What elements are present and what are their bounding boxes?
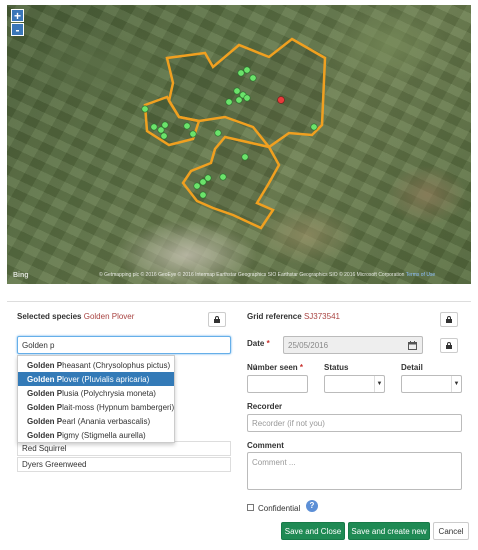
selected-location-point[interactable] [277, 96, 285, 104]
number-seen-label-text: Number seen [247, 363, 298, 372]
record-point[interactable] [189, 130, 197, 138]
selected-species-value: Golden Plover [83, 312, 135, 321]
autocomplete-option[interactable]: Golden Pigmy (Stigmella aurella) [18, 428, 174, 442]
species-list-item[interactable]: Dyers Greenweed [17, 457, 231, 472]
calendar-button[interactable] [403, 337, 422, 353]
attribution-text: © Getmapping plc © 2016 GeoEye © 2016 In… [99, 272, 405, 278]
date-label: Date * [247, 339, 270, 348]
option-match-text: Golden P [27, 430, 63, 440]
recorder-label: Recorder [247, 402, 283, 411]
date-value: 25/05/2016 [288, 340, 329, 350]
record-point[interactable] [225, 98, 233, 106]
autocomplete-option[interactable]: Golden Plusia (Polychrysia moneta) [18, 386, 174, 400]
record-point[interactable] [214, 129, 222, 137]
grid-reference-value: SJ373541 [303, 312, 340, 321]
record-point[interactable] [160, 132, 168, 140]
record-point[interactable] [249, 74, 257, 82]
detail-select[interactable]: ▼ [401, 375, 462, 393]
record-point[interactable] [219, 173, 227, 181]
lock-icon [446, 342, 452, 349]
zoom-in-button[interactable]: + [11, 9, 24, 22]
autocomplete-option[interactable]: Golden Pearl (Anania verbascalis) [18, 414, 174, 428]
map-overlay [141, 37, 327, 230]
record-point[interactable] [241, 153, 249, 161]
section-divider [7, 301, 471, 302]
option-rest-text: igmy (Stigmella aurella) [62, 430, 146, 440]
autocomplete-option[interactable]: Golden Plait-moss (Hypnum bambergeri) [18, 400, 174, 414]
selected-species-label: Selected species Golden Plover [17, 312, 134, 321]
date-lock-button[interactable] [440, 338, 458, 353]
help-icon[interactable]: ? [306, 500, 318, 512]
date-label-text: Date [247, 339, 265, 348]
number-seen-input[interactable] [247, 375, 308, 393]
zoom-out-button[interactable]: - [11, 23, 24, 36]
species-autocomplete-dropdown: Golden Pheasant (Chrysolophus pictus) Gol… [17, 355, 175, 443]
species-search-input[interactable]: Golden p [17, 336, 231, 354]
save-and-close-button[interactable]: Save and Close [281, 522, 345, 540]
terms-link[interactable]: Terms of Use [406, 272, 435, 278]
option-match-text: Golden P [27, 360, 63, 370]
cancel-button[interactable]: Cancel [433, 522, 469, 540]
comment-label: Comment [247, 441, 284, 450]
species-lock-button[interactable] [208, 312, 226, 327]
record-point[interactable] [150, 123, 158, 131]
record-point[interactable] [141, 105, 149, 113]
record-point[interactable] [243, 66, 251, 74]
record-point[interactable] [235, 96, 243, 104]
record-point[interactable] [204, 174, 212, 182]
confidential-checkbox[interactable] [247, 504, 254, 511]
calendar-icon [408, 340, 417, 350]
status-select[interactable]: ▼ [324, 375, 385, 393]
chevron-down-icon: ▼ [451, 376, 461, 392]
option-match-text: Golden P [27, 416, 63, 426]
lock-icon [214, 316, 220, 323]
date-input[interactable]: 25/05/2016 [283, 336, 423, 354]
species-label-text: Selected species [17, 312, 82, 321]
record-point[interactable] [199, 191, 207, 199]
record-point[interactable] [237, 69, 245, 77]
recorder-input[interactable]: Recorder (if not you) [247, 414, 462, 432]
option-rest-text: lait-moss (Hypnum bambergeri) [62, 402, 175, 412]
chevron-down-icon: ▼ [374, 376, 384, 392]
option-match-text: Golden P [27, 388, 63, 398]
save-and-create-new-button[interactable]: Save and create new [348, 522, 430, 540]
grid-lock-button[interactable] [440, 312, 458, 327]
record-point[interactable] [243, 94, 251, 102]
boundary-south[interactable] [181, 135, 281, 230]
grid-label-text: Grid reference [247, 312, 302, 321]
option-rest-text: heasant (Chrysolophus pictus) [62, 360, 171, 370]
species-list-item[interactable]: Red Squirrel [17, 441, 231, 456]
record-point[interactable] [310, 123, 318, 131]
option-match-text: Golden P [27, 402, 63, 412]
record-point[interactable] [183, 122, 191, 130]
option-match-text: Golden P [27, 374, 63, 384]
number-seen-label: Number seen * [247, 363, 304, 372]
map-attribution: © Getmapping plc © 2016 GeoEye © 2016 In… [99, 272, 435, 278]
detail-label: Detail [401, 363, 423, 372]
confidential-label: Confidential [258, 504, 301, 513]
site-boundaries [143, 37, 327, 230]
lock-icon [446, 316, 452, 323]
record-point[interactable] [233, 87, 241, 95]
record-point[interactable] [193, 182, 201, 190]
record-point[interactable] [161, 121, 169, 129]
grid-reference-label: Grid reference SJ373541 [247, 312, 340, 321]
autocomplete-option[interactable]: Golden Pheasant (Chrysolophus pictus) [18, 358, 174, 372]
autocomplete-option[interactable]: Golden Plover (Pluvialis apricaria) [18, 372, 174, 386]
comment-textarea[interactable]: Comment ... [247, 452, 462, 490]
option-rest-text: lover (Pluvialis apricaria) [62, 374, 150, 384]
option-rest-text: earl (Anania verbascalis) [62, 416, 151, 426]
aerial-map[interactable]: + - Bing © Getmapping plc © 2016 GeoEye … [7, 5, 471, 284]
option-rest-text: lusia (Polychrysia moneta) [62, 388, 156, 398]
bing-logo: Bing [13, 272, 29, 279]
status-label: Status [324, 363, 349, 372]
